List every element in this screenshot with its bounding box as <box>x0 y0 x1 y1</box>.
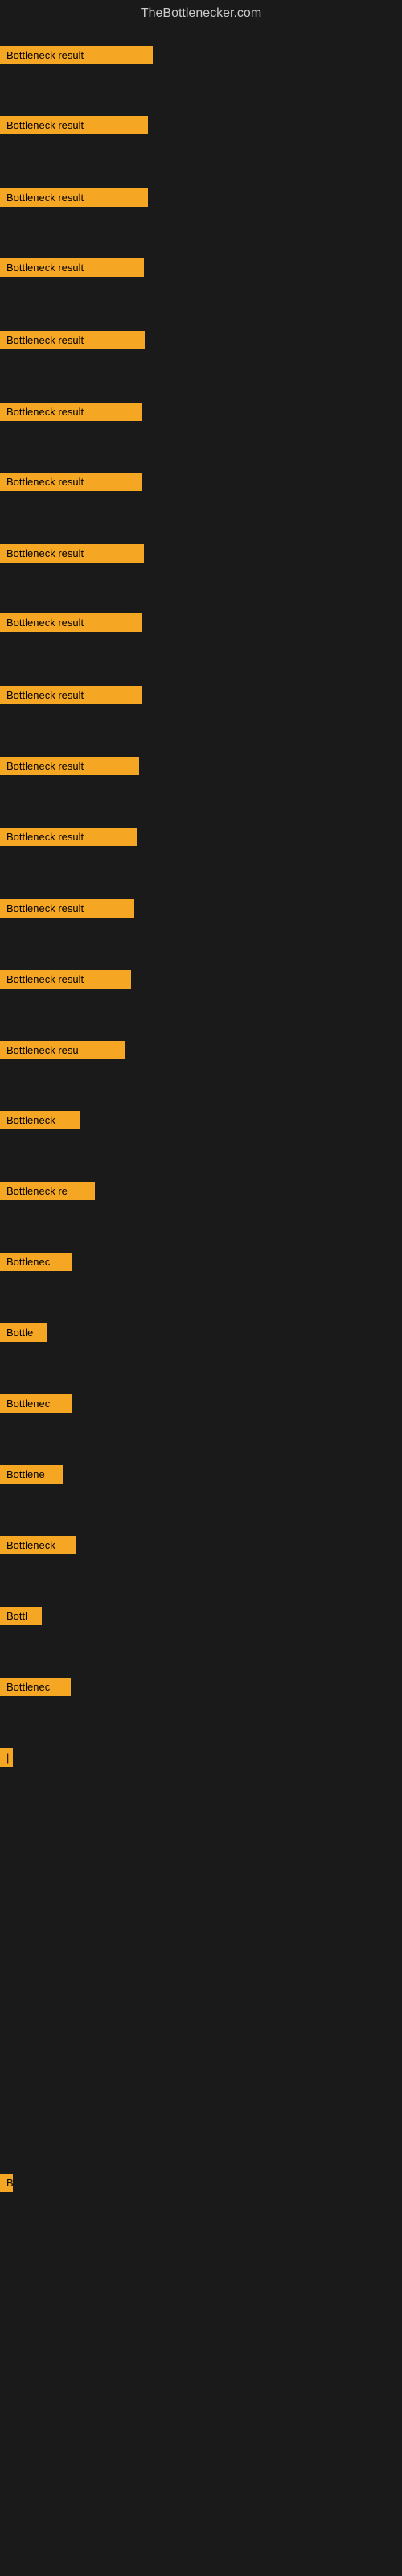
bottleneck-result-item: Bottleneck result <box>0 686 142 704</box>
bottleneck-result-item: Bottleneck result <box>0 473 142 491</box>
bottleneck-result-item: Bottleneck result <box>0 544 144 563</box>
bottleneck-result-item: B <box>0 2174 13 2192</box>
bottleneck-result-item: Bottleneck result <box>0 613 142 632</box>
bottleneck-result-item: Bottleneck result <box>0 828 137 846</box>
bottleneck-result-item: Bottle <box>0 1323 47 1342</box>
bottleneck-result-item: Bottleneck <box>0 1111 80 1129</box>
bottleneck-result-item: Bottleneck result <box>0 970 131 989</box>
bottleneck-result-item: Bottleneck result <box>0 757 139 775</box>
site-title: TheBottlenecker.com <box>0 0 402 27</box>
bottleneck-result-item: Bottleneck re <box>0 1182 95 1200</box>
bottleneck-result-item: Bottleneck result <box>0 899 134 918</box>
bottleneck-result-item: Bottleneck result <box>0 402 142 421</box>
bottleneck-result-item: Bottl <box>0 1607 42 1625</box>
bottleneck-result-item: Bottlenec <box>0 1678 71 1696</box>
bottleneck-result-item: Bottleneck result <box>0 116 148 134</box>
bottleneck-result-item: Bottleneck resu <box>0 1041 125 1059</box>
bottleneck-result-item: Bottleneck result <box>0 258 144 277</box>
bottleneck-result-item: Bottlenec <box>0 1253 72 1271</box>
bottleneck-result-item: Bottlene <box>0 1465 63 1484</box>
bottleneck-result-item: Bottleneck result <box>0 188 148 207</box>
bottleneck-result-item: Bottleneck result <box>0 331 145 349</box>
bottleneck-result-item: | <box>0 1748 13 1767</box>
bottleneck-result-item: Bottlenec <box>0 1394 72 1413</box>
bottleneck-result-item: Bottleneck result <box>0 46 153 64</box>
bottleneck-result-item: Bottleneck <box>0 1536 76 1554</box>
